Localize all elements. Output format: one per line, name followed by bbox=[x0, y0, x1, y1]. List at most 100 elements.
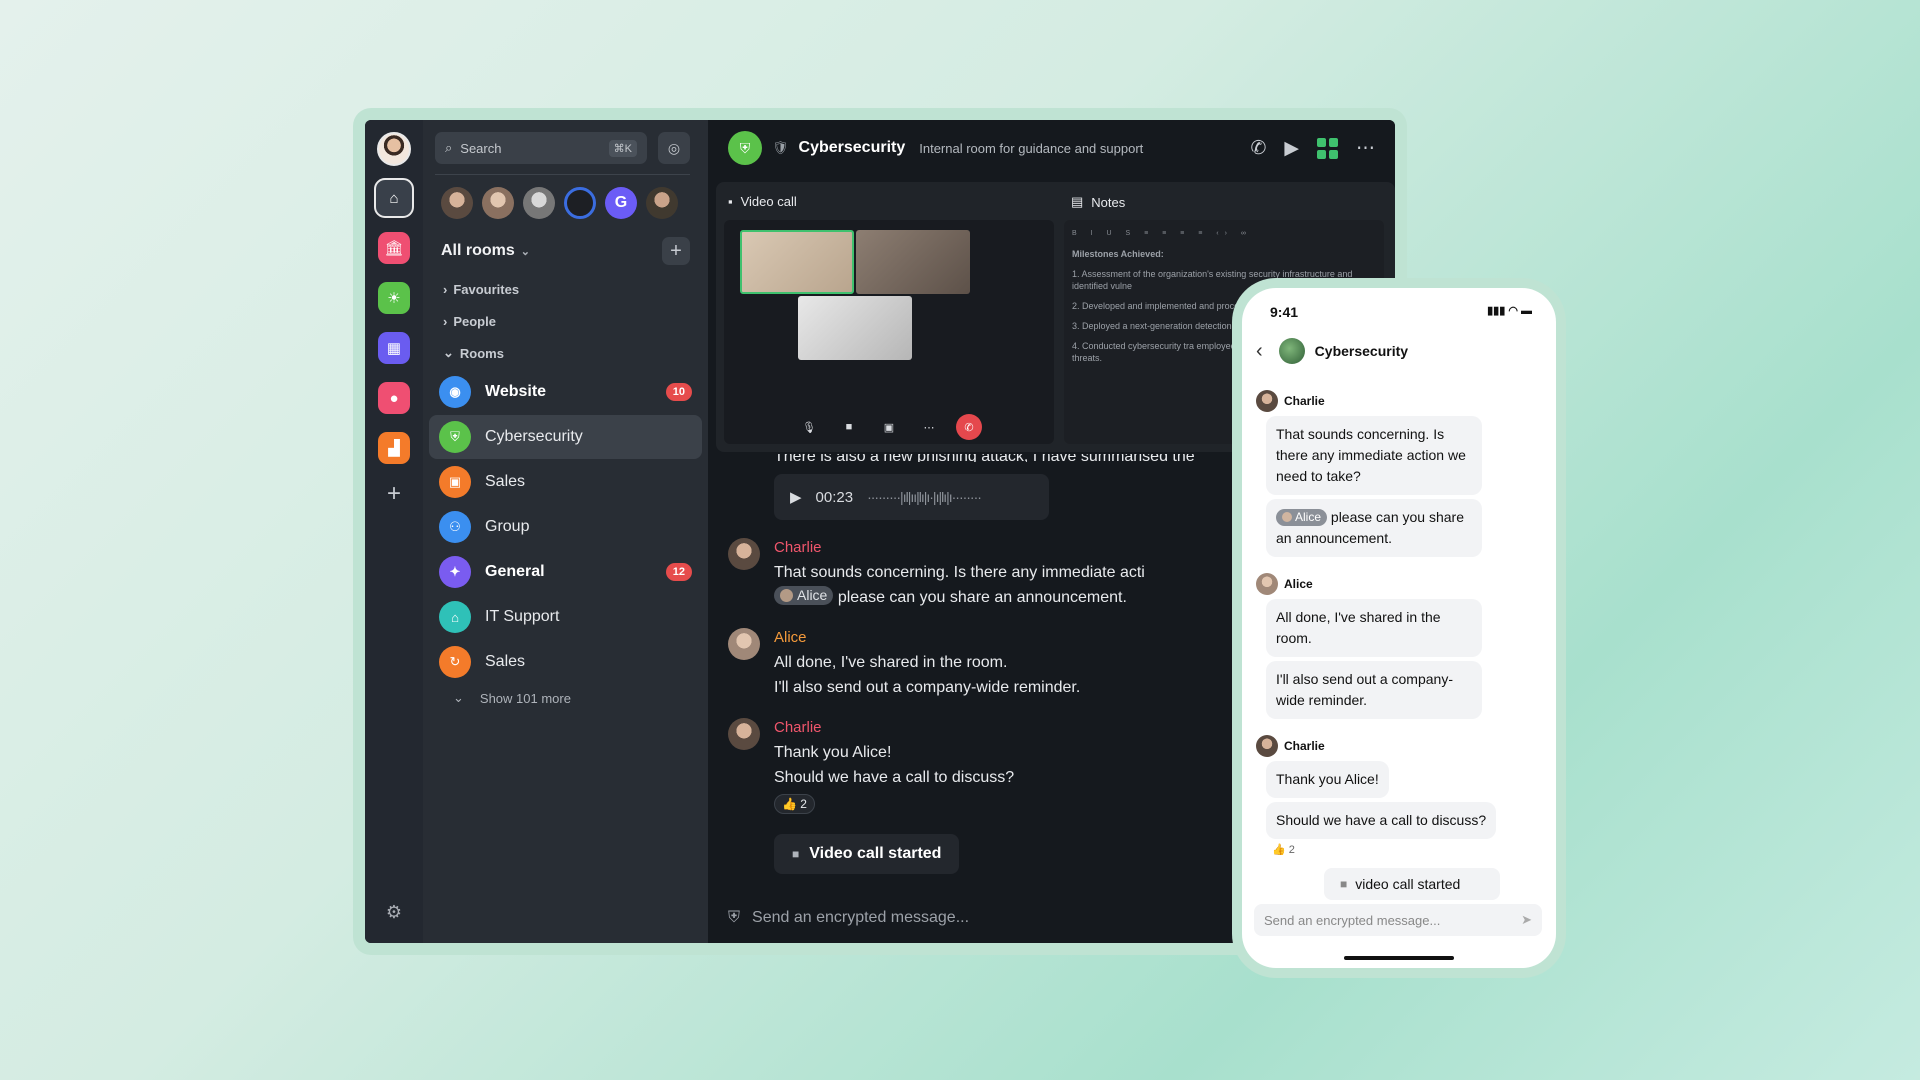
space-pin[interactable]: ● bbox=[378, 382, 410, 414]
room-name: Sales bbox=[485, 653, 526, 670]
video-tile-participant[interactable] bbox=[856, 230, 970, 294]
person-avatar[interactable] bbox=[523, 187, 555, 219]
all-rooms-header[interactable]: All rooms ⌄ + bbox=[441, 237, 702, 265]
room-avatar[interactable] bbox=[1278, 338, 1305, 364]
video-call-icon[interactable]: ▶ bbox=[1284, 137, 1299, 160]
space-chart[interactable]: ▟ bbox=[378, 432, 410, 464]
space-bank[interactable]: 🏛︎ bbox=[378, 232, 410, 264]
hang-up-button[interactable]: ✆ bbox=[956, 414, 982, 440]
show-more-button[interactable]: ⌄ Show 101 more bbox=[453, 690, 702, 706]
person-avatar[interactable] bbox=[482, 187, 514, 219]
section-rooms[interactable]: ⌄ Rooms bbox=[443, 337, 702, 369]
room-item-sales[interactable]: ▣ Sales bbox=[429, 460, 702, 504]
home-indicator bbox=[1344, 956, 1454, 960]
notes-toolbar[interactable]: B I U S ≡ ≡ ≡ ≡ ‹› ∞ bbox=[1072, 228, 1376, 240]
explore-rooms-button[interactable]: ◎ bbox=[658, 132, 690, 164]
chevron-down-icon: ⌄ bbox=[520, 245, 531, 258]
video-camera-icon: ■ bbox=[792, 846, 800, 861]
message-bubble[interactable]: All done, I've shared in the room. bbox=[1266, 599, 1482, 657]
video-call-started-card[interactable]: ■ video call started bbox=[1324, 868, 1500, 900]
room-item-website[interactable]: ◉ Website 10 bbox=[429, 370, 702, 414]
signal-wifi-battery-icon: ▮▮▮ ◠ ▬ bbox=[1487, 305, 1532, 317]
video-call-widget: 🎙︎ ■ ▣ ⋯ ✆ bbox=[724, 220, 1054, 444]
sender-avatar[interactable] bbox=[1256, 573, 1278, 595]
reaction-thumbs-up[interactable]: 👍 2 bbox=[774, 794, 815, 814]
sender-row: Charlie bbox=[1256, 390, 1542, 412]
sender-name[interactable]: Alice bbox=[1284, 577, 1313, 591]
sender-avatar[interactable] bbox=[728, 718, 760, 750]
room-name: IT Support bbox=[485, 608, 560, 625]
sender-name[interactable]: Charlie bbox=[774, 538, 1144, 558]
send-icon[interactable]: ➤ bbox=[1521, 912, 1532, 928]
settings-gear-icon[interactable]: ⚙ bbox=[386, 902, 402, 923]
person-avatar[interactable] bbox=[646, 187, 678, 219]
sender-name[interactable]: Charlie bbox=[1284, 394, 1325, 408]
search-input[interactable]: ⌕ Search ⌘K bbox=[435, 132, 647, 164]
back-arrow-icon[interactable]: ‹ bbox=[1256, 340, 1263, 363]
section-favourites[interactable]: › Favourites bbox=[443, 273, 702, 305]
room-item-sales-2[interactable]: ↻ Sales bbox=[429, 640, 702, 684]
reaction-thumbs-up[interactable]: 👍 2 bbox=[1272, 843, 1542, 856]
person-avatar[interactable] bbox=[441, 187, 473, 219]
message-bubble[interactable]: Alice please can you share an announceme… bbox=[1266, 499, 1482, 557]
room-title[interactable]: Cybersecurity bbox=[1315, 343, 1408, 359]
compass-icon: ◎ bbox=[667, 139, 681, 156]
room-name: General bbox=[485, 563, 545, 580]
notes-icon: ▤ bbox=[1071, 194, 1084, 209]
home-icon: ⌂ bbox=[389, 189, 399, 207]
sender-name[interactable]: Charlie bbox=[1284, 739, 1325, 753]
chevron-down-icon: ⌄ bbox=[443, 345, 454, 360]
pin-icon: ● bbox=[389, 389, 399, 407]
sender-name[interactable]: Charlie bbox=[774, 718, 1014, 738]
space-calendar[interactable]: ▦ bbox=[378, 332, 410, 364]
room-item-cybersecurity[interactable]: ⛨ Cybersecurity bbox=[429, 415, 702, 459]
widget-title: Notes bbox=[1091, 194, 1126, 210]
video-tile-participant[interactable] bbox=[740, 230, 854, 294]
message-text: All done, I've shared in the room. bbox=[774, 654, 1008, 671]
person-avatar[interactable] bbox=[564, 187, 596, 219]
bank-icon: 🏛︎ bbox=[384, 240, 404, 257]
mention-pill[interactable]: Alice bbox=[1276, 508, 1328, 526]
phone-call-icon[interactable]: ✆ bbox=[1250, 137, 1266, 160]
apps-grid-icon[interactable] bbox=[1317, 137, 1338, 159]
room-avatar[interactable]: ⛨ bbox=[728, 131, 762, 165]
user-avatar[interactable] bbox=[377, 132, 411, 166]
video-call-started-card[interactable]: ■ Video call started bbox=[774, 833, 960, 874]
voice-message[interactable]: ▶ 00:23 ·········|ıl|ıı|lı|ı·|ı|lı|ı····… bbox=[774, 474, 1049, 520]
person-avatar-g[interactable]: G bbox=[605, 187, 637, 219]
room-title[interactable]: Cybersecurity bbox=[799, 139, 906, 157]
screen-share-icon[interactable]: ▣ bbox=[876, 414, 902, 440]
room-item-it-support[interactable]: ⌂ IT Support bbox=[429, 595, 702, 639]
room-topic: Internal room for guidance and support bbox=[919, 140, 1144, 156]
video-call-started-label: Video call started bbox=[809, 844, 942, 862]
sender-avatar[interactable] bbox=[728, 538, 760, 570]
sender-avatar[interactable] bbox=[728, 628, 760, 660]
sender-avatar[interactable] bbox=[1256, 735, 1278, 757]
more-options-icon[interactable]: ⋯ bbox=[1356, 137, 1375, 160]
add-space-button[interactable]: + bbox=[387, 480, 401, 508]
home-space-button[interactable]: ⌂ bbox=[374, 178, 414, 218]
chart-icon: ▟ bbox=[388, 440, 400, 457]
camera-icon[interactable]: ■ bbox=[836, 414, 862, 440]
message-bubble[interactable]: Thank you Alice! bbox=[1266, 761, 1389, 798]
search-shortcut: ⌘K bbox=[608, 139, 637, 157]
space-sun[interactable]: ☀ bbox=[378, 282, 410, 314]
more-icon[interactable]: ⋯ bbox=[916, 414, 942, 440]
room-item-group[interactable]: ⚇ Group bbox=[429, 505, 702, 549]
sender-name[interactable]: Alice bbox=[774, 628, 1080, 648]
mobile-message-composer[interactable]: Send an encrypted message... ➤ bbox=[1254, 904, 1542, 936]
sender-avatar[interactable] bbox=[1256, 390, 1278, 412]
add-room-button[interactable]: + bbox=[662, 237, 690, 265]
room-name: Cybersecurity bbox=[485, 428, 583, 445]
play-icon[interactable]: ▶ bbox=[790, 488, 802, 506]
message-bubble[interactable]: That sounds concerning. Is there any imm… bbox=[1266, 416, 1482, 495]
message-composer[interactable]: ⛨ Send an encrypted message... bbox=[728, 909, 969, 927]
message-bubble[interactable]: I'll also send out a company-wide remind… bbox=[1266, 661, 1482, 719]
section-people[interactable]: › People bbox=[443, 305, 702, 337]
microphone-icon[interactable]: 🎙︎ bbox=[796, 414, 822, 440]
room-item-general[interactable]: ✦ General 12 bbox=[429, 550, 702, 594]
mention-pill[interactable]: Alice bbox=[774, 586, 834, 605]
search-icon: ⌕ bbox=[445, 140, 453, 155]
message-bubble[interactable]: Should we have a call to discuss? bbox=[1266, 802, 1497, 839]
video-tile-participant[interactable] bbox=[798, 296, 912, 360]
